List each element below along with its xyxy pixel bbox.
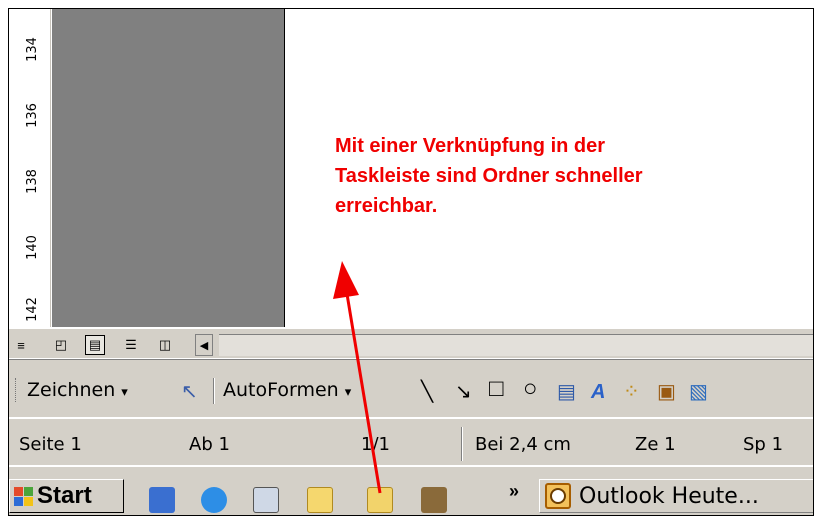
drawing-toolbar: Zeichnen ▾ ↖ AutoFormen ▾ ╲ ↘ □ ○ ▤ A ⁘ … bbox=[9, 359, 813, 417]
vertical-ruler: 134 136 138 140 142 bbox=[9, 9, 51, 327]
insert-picture-icon[interactable]: ▧ bbox=[689, 381, 708, 403]
dropdown-icon: ▾ bbox=[121, 385, 128, 400]
word-window: 134 136 138 140 142 Mit einer Verknüpfun… bbox=[8, 8, 814, 516]
status-column: Sp 1 bbox=[743, 434, 784, 455]
normal-view-icon[interactable]: ≡ bbox=[11, 335, 31, 355]
status-section: Ab 1 bbox=[189, 434, 230, 455]
arrow-icon[interactable]: ↘ bbox=[455, 381, 472, 403]
show-desktop-icon[interactable] bbox=[253, 487, 279, 513]
select-objects-icon[interactable]: ↖ bbox=[181, 381, 198, 403]
annotation-line: Taskleiste sind Ordner schneller bbox=[335, 165, 643, 187]
ruler-tick: 142 bbox=[24, 296, 40, 322]
note-icon[interactable] bbox=[307, 487, 333, 513]
status-divider bbox=[461, 427, 463, 461]
status-line: Ze 1 bbox=[635, 434, 676, 455]
pasteboard-area bbox=[52, 9, 285, 327]
scroll-left-button[interactable]: ◀ bbox=[195, 334, 213, 356]
status-position: Bei 2,4 cm bbox=[475, 434, 571, 455]
outline-view-icon[interactable]: ☰ bbox=[121, 335, 141, 355]
print-layout-icon[interactable]: ▤ bbox=[85, 335, 105, 355]
outlook-express-icon[interactable] bbox=[149, 487, 175, 513]
autoformen-label: AutoFormen bbox=[223, 379, 339, 401]
horizontal-scrollbar[interactable] bbox=[219, 334, 813, 356]
windows-logo-icon bbox=[12, 485, 34, 507]
outlook-today-icon bbox=[545, 483, 571, 509]
folder-icon[interactable] bbox=[367, 487, 393, 513]
rectangle-icon[interactable]: □ bbox=[489, 377, 504, 401]
oval-icon[interactable]: ○ bbox=[523, 377, 538, 401]
zeichnen-label: Zeichnen bbox=[27, 379, 116, 401]
start-label: Start bbox=[37, 482, 92, 509]
autoformen-menu-button[interactable]: AutoFormen ▾ bbox=[223, 379, 351, 401]
annotation-line: Mit einer Verknüpfung in der bbox=[335, 135, 606, 157]
task-label: Outlook Heute... bbox=[579, 483, 759, 509]
diagram-icon[interactable]: ⁘ bbox=[623, 381, 640, 403]
toolbar-separator bbox=[213, 378, 215, 404]
view-buttons-bar: ≡ ◰ ▤ ☰ ◫ ◀ bbox=[9, 328, 813, 358]
internet-explorer-icon[interactable] bbox=[201, 487, 227, 513]
wordart-icon[interactable]: A bbox=[591, 381, 605, 403]
windows-taskbar: Start » Outlook Heute... bbox=[9, 466, 813, 515]
line-icon[interactable]: ╲ bbox=[421, 381, 433, 403]
reading-layout-icon[interactable]: ◫ bbox=[155, 335, 175, 355]
quicklaunch-chevron-icon[interactable]: » bbox=[509, 481, 519, 502]
dropdown-icon: ▾ bbox=[344, 385, 352, 400]
ruler-tick: 134 bbox=[24, 36, 40, 62]
clipart-icon[interactable]: ▣ bbox=[657, 381, 676, 403]
taskbar-button-outlook[interactable]: Outlook Heute... bbox=[539, 479, 813, 513]
zeichnen-menu-button[interactable]: Zeichnen ▾ bbox=[27, 379, 128, 401]
ruler-tick: 140 bbox=[24, 234, 40, 260]
textbox-icon[interactable]: ▤ bbox=[557, 381, 576, 403]
ruler-tick: 136 bbox=[24, 102, 40, 128]
annotation-text: Mit einer Verknüpfung in der Taskleiste … bbox=[335, 131, 805, 221]
ruler-tick: 138 bbox=[24, 168, 40, 194]
status-page: Seite 1 bbox=[19, 434, 82, 455]
toolbar-grip[interactable] bbox=[15, 378, 18, 402]
status-page-count: 1/1 bbox=[361, 434, 390, 455]
web-layout-icon[interactable]: ◰ bbox=[51, 335, 71, 355]
status-bar: Seite 1 Ab 1 1/1 Bei 2,4 cm Ze 1 Sp 1 bbox=[9, 418, 813, 465]
annotation-line: erreichbar. bbox=[335, 195, 438, 217]
start-button[interactable]: Start bbox=[9, 479, 124, 513]
tools-icon[interactable] bbox=[421, 487, 447, 513]
